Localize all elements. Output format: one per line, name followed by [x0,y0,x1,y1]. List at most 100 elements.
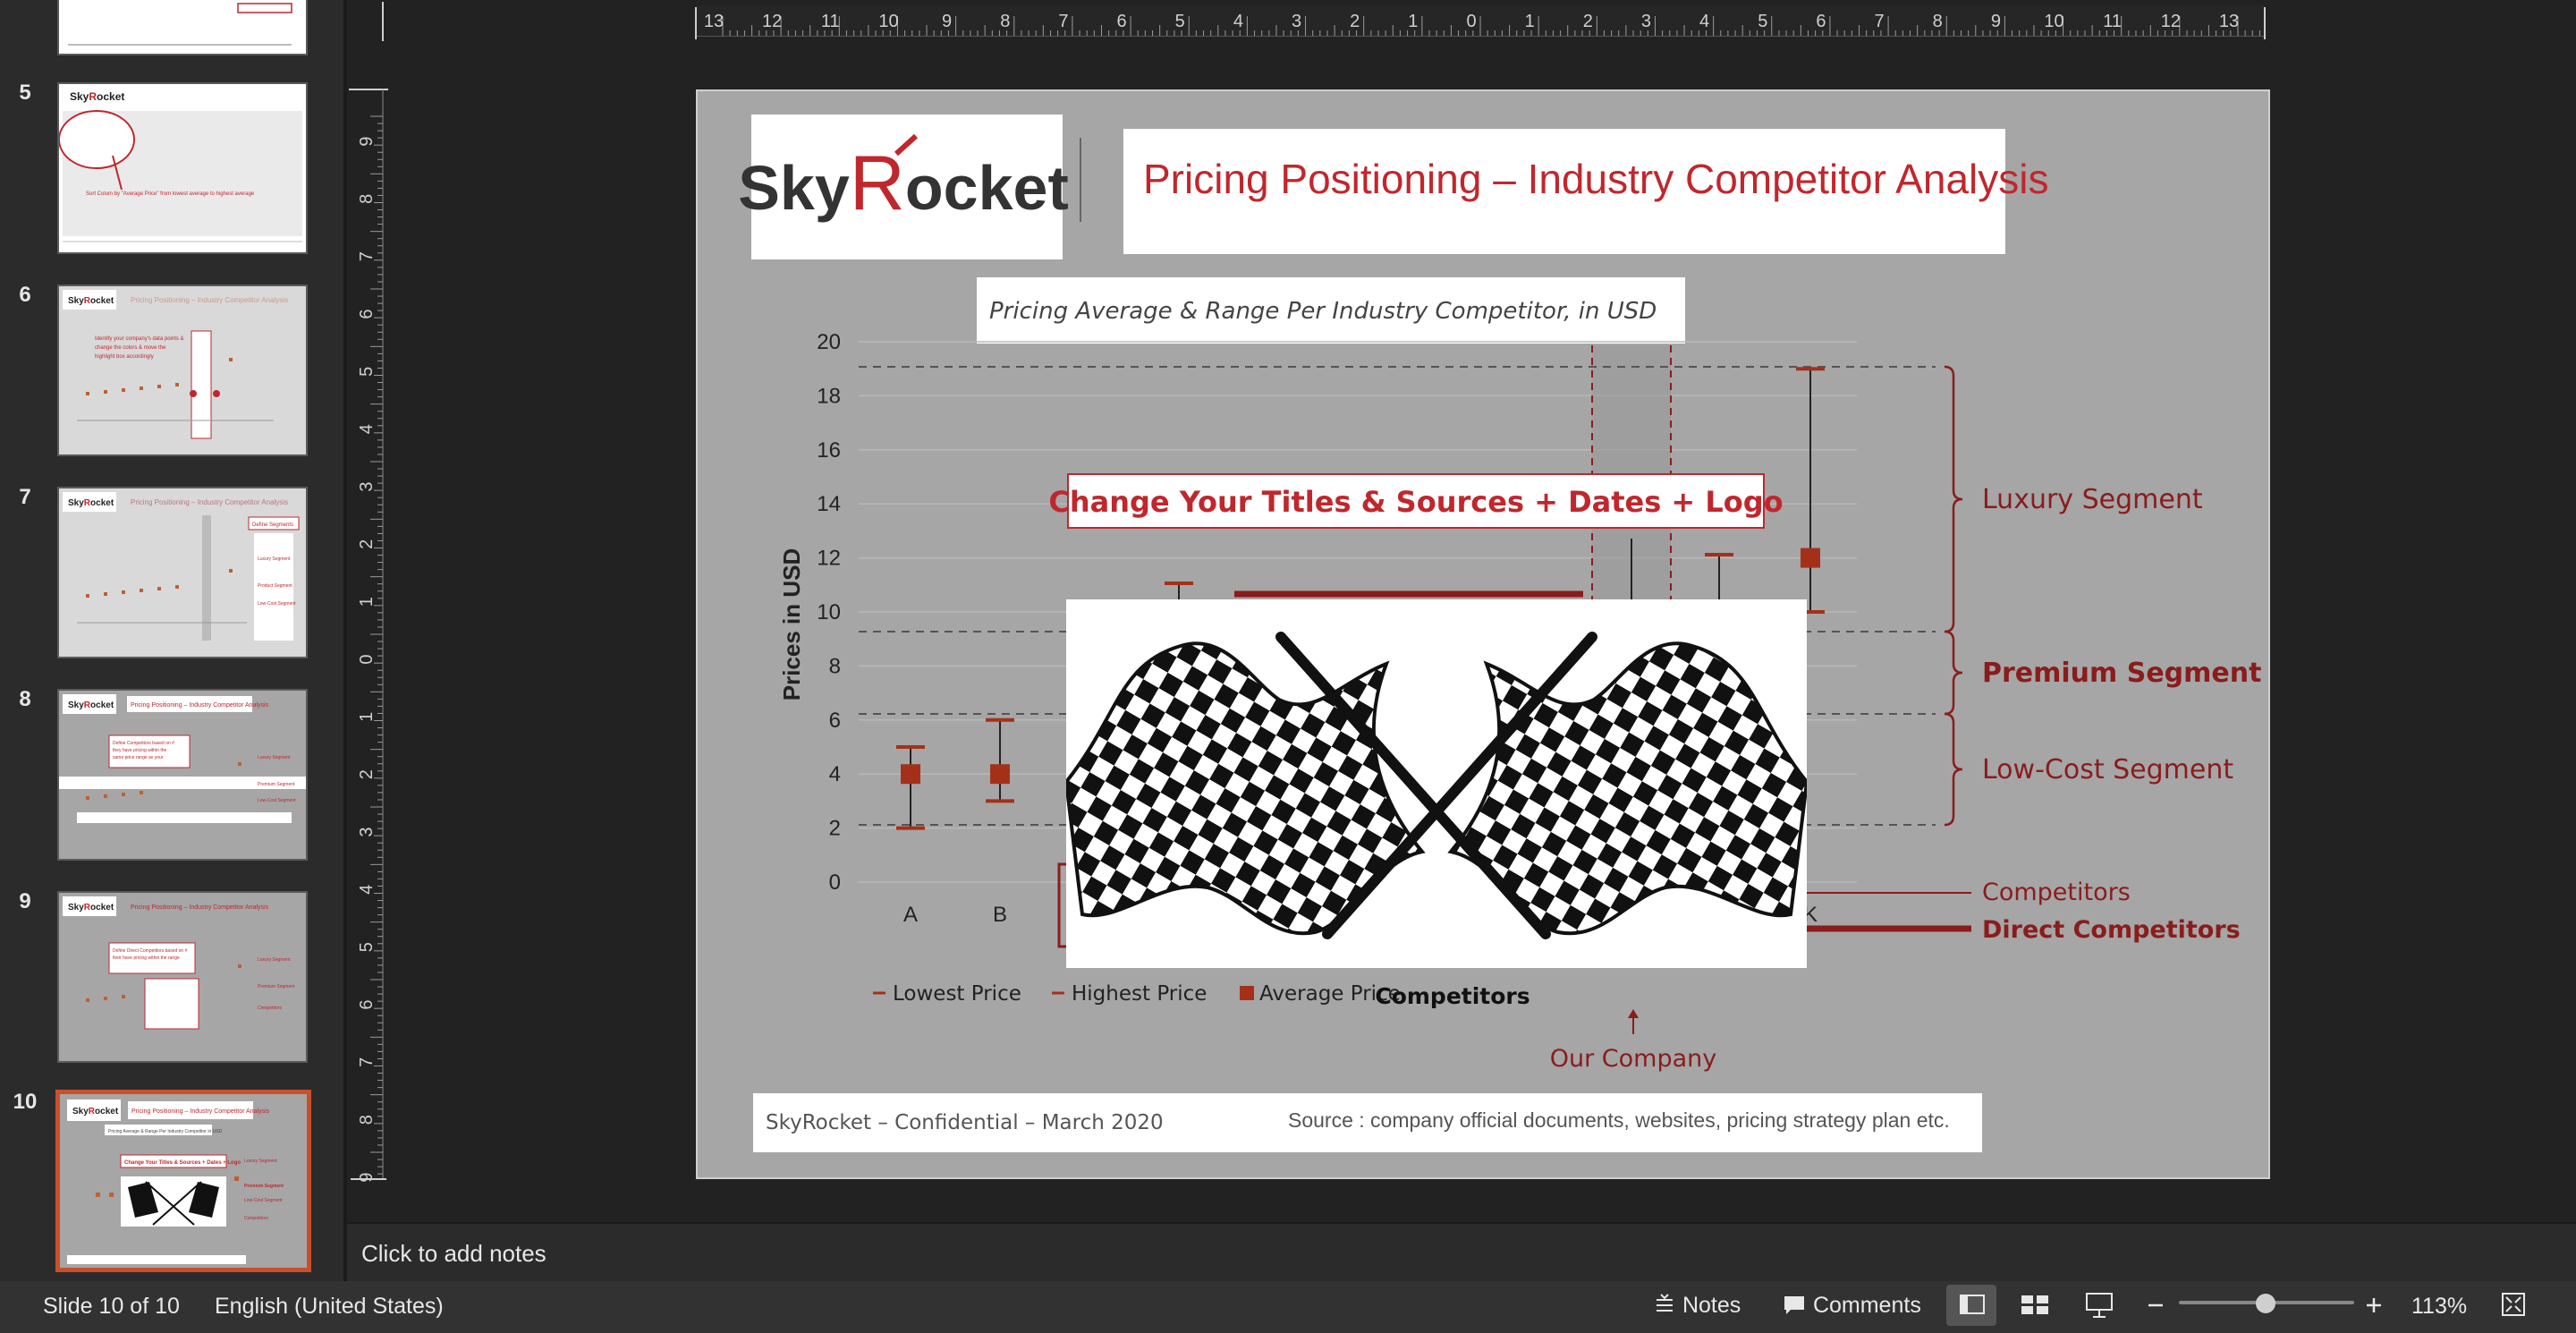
y-tick-label: 16 [817,438,841,463]
fit-to-window-button[interactable] [2497,1286,2529,1329]
slide-thumbnail-5[interactable]: SkyRocket Sort Colum by "Average Price" … [57,82,308,254]
normal-view-icon [1960,1295,1985,1314]
ruler-label: 9 [942,12,952,31]
slideshow-button[interactable] [2082,1285,2118,1332]
slide-number: 8 [19,687,31,711]
comments-toggle-button[interactable]: Comments [1782,1292,1921,1319]
luxury-segment-label: Luxury Segment [1982,484,2203,515]
ruler-label: 9 [1991,12,2001,31]
svg-text:Low-Cost Segment: Low-Cost Segment [244,1198,283,1203]
ruler-label: 7 [1875,12,1885,31]
language-indicator[interactable]: English (United States) [215,1294,444,1320]
slide-thumbnail-10-selected[interactable]: SkyRocket Pricing Positioning – Industry… [55,1090,311,1272]
svg-text:Define Segments: Define Segments [252,522,293,528]
ruler-label: 8 [1000,12,1010,31]
premium-segment-label: Premium Segment [1982,658,2261,689]
svg-text:SkyRocket: SkyRocket [70,90,124,103]
normal-view-button[interactable] [1946,1285,1996,1326]
ruler-label: 1 [357,712,377,722]
y-axis-label: Prices in USD [778,548,805,701]
slide-thumbnail-7[interactable]: SkyRocket Pricing Positioning – Industry… [57,487,308,658]
svg-text:Low-Cost Segment: Low-Cost Segment [258,601,296,607]
ruler-label: 9 [357,1172,377,1182]
status-bar: Slide 10 of 10 English (United States) N… [0,1281,2576,1333]
slide-thumbnail-9[interactable]: SkyRocket Pricing Positioning – Industry… [57,891,308,1063]
thumb-caption: Change Your Titles & Sources + Dates + L… [124,1160,241,1166]
svg-text:SkyRocket: SkyRocket [72,1107,119,1116]
y-tick-label: 18 [817,384,841,408]
slide-thumbnail-6[interactable]: SkyRocket Pricing Positioning – Industry… [57,284,308,456]
ruler-label: 11 [821,12,840,31]
slide-thumbnail-8[interactable]: SkyRocket Pricing Positioning – Industry… [57,689,308,861]
x-tick-label: B [993,903,1007,927]
svg-text:Competitors: Competitors [244,1216,268,1221]
y-tick-label: 20 [817,330,841,354]
checkered-flags-image[interactable] [1066,599,1807,968]
ruler-label: 3 [357,827,377,836]
y-tick-label: 6 [829,709,841,733]
zoom-slider-thumb[interactable] [2256,1294,2275,1313]
slide-number: 7 [19,485,31,509]
vertical-ruler[interactable]: 9 8 7 6 5 4 3 2 1 0 1 2 3 4 5 6 7 8 9 [347,43,390,1222]
ruler-label: 12 [2161,12,2181,31]
zoom-level[interactable]: 113% [2411,1294,2467,1320]
ruler-label: 4 [1233,12,1243,31]
ruler-label: 3 [1292,12,1301,31]
zoom-in-button[interactable] [2363,1285,2385,1332]
ruler-label: 8 [1933,12,1943,31]
ruler-label: 6 [1117,12,1127,31]
ruler-label: 2 [357,539,377,549]
lowcost-segment-label: Low-Cost Segment [1982,754,2233,785]
svg-text:SkyRocket: SkyRocket [68,700,114,710]
average-price-mark [901,764,920,785]
slide-10[interactable]: SkyRocket Pricing Positioning – Industry… [696,89,2270,1179]
svg-text:Define Direct Competitors base: Define Direct Competitors based on # [113,948,188,954]
legend-label: Lowest Price [893,982,1021,1006]
notes-placeholder[interactable]: Click to add notes [361,1240,547,1268]
direct-competitors-label: Direct Competitors [1982,916,2241,944]
y-tick-label: 2 [829,817,841,841]
svg-text:Luxury Segment: Luxury Segment [244,1159,277,1164]
legend-label: Highest Price [1072,982,1207,1006]
svg-text:same price range as your: same price range as your [113,755,164,760]
ruler-label: 4 [357,885,377,895]
zoom-out-button[interactable] [2145,1285,2166,1332]
horizontal-ruler[interactable]: 13 12 11 10 9 8 7 6 5 4 3 2 1 0 1 2 3 4 5 6 7 8 9 10 11 12 13 [347,0,2576,43]
notes-icon [1657,1294,1673,1312]
slide-number: 6 [19,283,31,307]
slide-thumbnail-pane[interactable]: 5 SkyRocket Sort Colum by "Average Price… [0,0,347,1281]
slide-title: Pricing Positioning – Industry Competito… [1143,156,2048,202]
comments-button-label: Comments [1812,1292,1921,1318]
x-axis-label: Competitors [1375,983,1530,1009]
svg-text:highlight box accordingly: highlight box accordingly [95,354,154,360]
slide-sorter-button[interactable] [2018,1285,2054,1332]
svg-text:Luxury Segment: Luxury Segment [258,957,291,963]
average-price-mark [990,764,1010,785]
slide-thumbnail-4[interactable] [57,0,308,55]
ruler-label: 7 [357,1057,377,1067]
ruler-label: 4 [357,424,377,434]
notes-pane[interactable]: Click to add notes [347,1222,2576,1281]
average-price-mark [1801,548,1820,568]
legend-swatch [1240,986,1254,1000]
ruler-label: 0 [1466,12,1476,31]
ruler-label: 1 [1525,12,1535,31]
notes-toggle-button[interactable]: Notes [1653,1292,1741,1319]
comment-icon [1784,1296,1804,1315]
svg-text:Pricing Positioning – Industry: Pricing Positioning – Industry Competito… [131,296,288,304]
svg-text:they have pricing within the: they have pricing within the [113,748,167,753]
minus-icon [2148,1303,2163,1307]
premium-bracket [1944,630,1963,716]
ruler-label: 7 [1058,12,1068,31]
ruler-label: 1 [357,597,377,607]
svg-text:Pricing Positioning – Industry: Pricing Positioning – Industry Competito… [131,1108,270,1115]
y-tick-label: 10 [817,600,841,624]
svg-text:SkyRocket: SkyRocket [68,903,114,913]
ruler-label: 13 [704,12,724,31]
svg-text:Pricing Positioning – Industry: Pricing Positioning – Industry Competito… [131,702,269,709]
presentation-app: 5 SkyRocket Sort Colum by "Average Price… [0,0,2576,1333]
x-tick-label: A [903,903,918,927]
slide-number: 9 [19,889,31,913]
plus-icon [2367,1298,2381,1312]
notes-button-label: Notes [1682,1292,1741,1318]
